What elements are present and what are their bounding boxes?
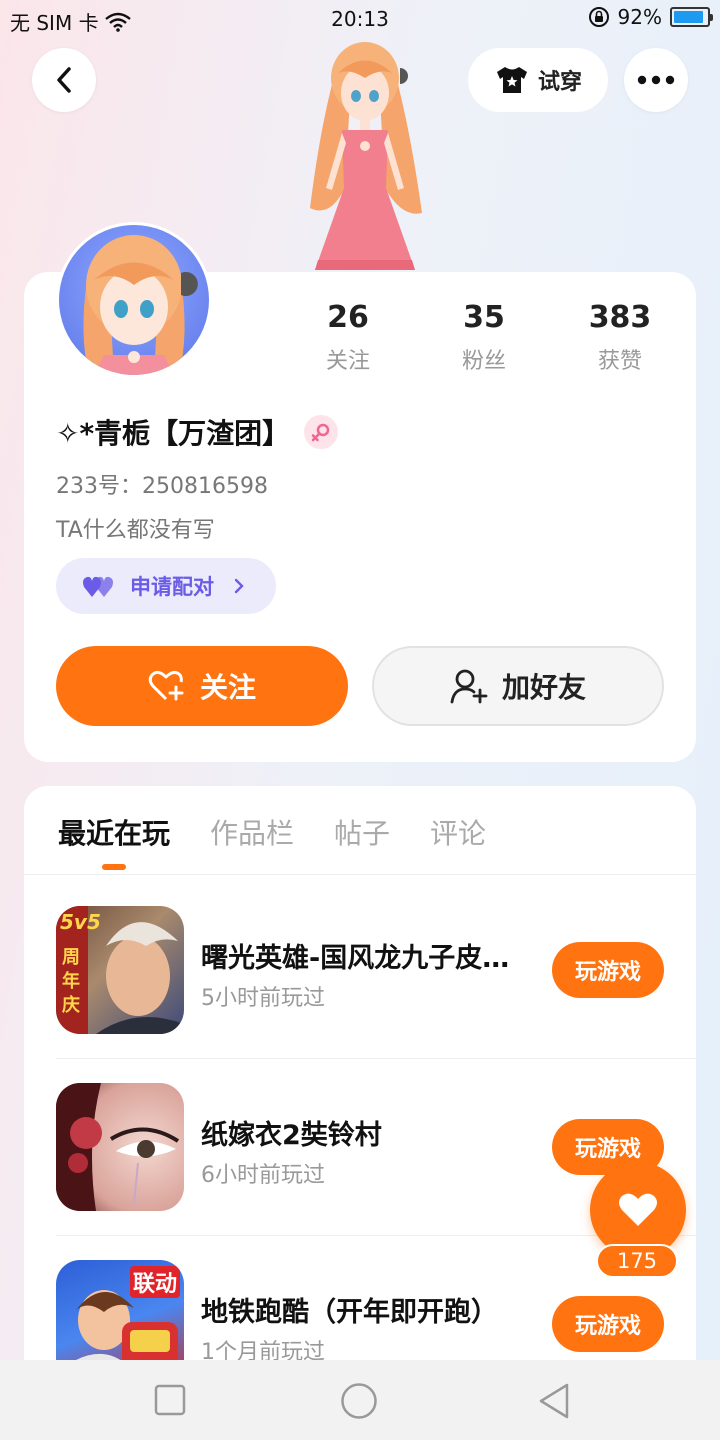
game-last-played: 6小时前玩过 — [201, 1163, 325, 1188]
content-tabs: 最近在玩 作品栏 帖子 评论 — [58, 812, 486, 870]
game-icon: 联动 — [56, 1260, 184, 1366]
home-icon[interactable] — [340, 1382, 378, 1420]
rotation-lock-icon — [588, 7, 609, 27]
recent-apps-icon[interactable] — [154, 1384, 186, 1416]
game-list-item[interactable]: 5v5 周 年 庆 曙光英雄-国风龙九子皮肤上线 5小时前玩过 玩游戏 — [56, 906, 696, 1082]
game-list-item[interactable]: 联动 地铁跑酷（开年即开跑） 1个月前玩过 玩游戏 — [56, 1260, 696, 1366]
tryon-button[interactable]: 试穿 — [468, 48, 608, 112]
game-icon — [56, 1083, 184, 1211]
tab-comments[interactable]: 评论 — [430, 812, 486, 852]
game-icon-char: 庆 — [62, 995, 80, 1016]
game-icon-char: 年 — [62, 971, 80, 992]
double-heart-icon — [83, 576, 113, 597]
play-game-button[interactable]: 玩游戏 — [552, 1296, 664, 1352]
followers-count: 35 — [463, 300, 505, 335]
followers-label: 粉丝 — [461, 349, 506, 374]
pair-label: 申请配对 — [130, 575, 214, 599]
stat-likes[interactable]: 383 获赞 — [550, 300, 690, 375]
more-button[interactable] — [624, 48, 688, 112]
heart-plus-icon — [148, 670, 184, 701]
pair-request-button[interactable]: 申请配对 — [56, 558, 276, 614]
game-icon-badge: 5v5 — [60, 910, 101, 934]
more-dots-icon — [637, 75, 675, 85]
user-id: 233号：250816598 — [56, 474, 268, 499]
status-right: 92% — [588, 5, 713, 29]
likes-count: 383 — [588, 300, 652, 335]
game-icon-label: 周 年 庆 — [62, 946, 82, 1018]
battery-fill — [674, 11, 704, 23]
game-icon-char: 周 — [62, 947, 80, 968]
back-button[interactable] — [32, 48, 96, 112]
system-nav-bar — [0, 1360, 720, 1440]
like-count: 175 — [596, 1244, 678, 1278]
game-title: 纸嫁衣2奘铃村 — [201, 1120, 382, 1151]
add-friend-button[interactable]: 加好友 — [372, 646, 664, 726]
chevron-left-icon — [57, 67, 71, 93]
heart-icon — [619, 1193, 657, 1226]
follow-label: 关注 — [199, 671, 256, 704]
username-row: ✧*青栀【万渣团】 — [56, 412, 339, 452]
game-icon: 5v5 周 年 庆 — [56, 906, 184, 1034]
avatar[interactable] — [56, 222, 212, 378]
tab-recently-played[interactable]: 最近在玩 — [58, 812, 170, 870]
follow-button[interactable]: 关注 — [56, 646, 348, 726]
status-bar: 无 SIM 卡 20:13 92% — [0, 0, 720, 40]
likes-label: 获赞 — [597, 349, 642, 374]
game-title: 曙光英雄-国风龙九子皮肤上线 — [201, 943, 531, 974]
content-card: 最近在玩 作品栏 帖子 评论 5v5 周 年 庆 曙光英雄-国风龙九子皮肤上线 … — [24, 786, 696, 1366]
tabs-divider — [24, 874, 696, 875]
back-nav-icon[interactable] — [536, 1382, 572, 1420]
avatar-image — [59, 225, 209, 375]
tab-posts[interactable]: 帖子 — [334, 812, 390, 852]
tab-works[interactable]: 作品栏 — [210, 812, 294, 852]
stat-followers[interactable]: 35 粉丝 — [414, 300, 554, 375]
tshirt-icon — [496, 67, 527, 93]
row-divider — [56, 1058, 696, 1059]
battery-icon — [670, 7, 713, 27]
following-label: 关注 — [325, 349, 370, 374]
add-user-icon — [450, 669, 488, 704]
avatar-figure[interactable] — [290, 38, 440, 278]
add-friend-label: 加好友 — [501, 671, 586, 704]
tryon-label: 试穿 — [537, 70, 582, 95]
chevron-right-icon — [234, 578, 244, 594]
game-title: 地铁跑酷（开年即开跑） — [201, 1297, 498, 1328]
username: ✧*青栀【万渣团】 — [56, 417, 291, 450]
game-last-played: 5小时前玩过 — [201, 986, 325, 1011]
following-count: 26 — [327, 300, 369, 335]
stat-following[interactable]: 26 关注 — [278, 300, 418, 375]
collab-badge: 联动 — [129, 1266, 180, 1298]
play-game-button[interactable]: 玩游戏 — [552, 942, 664, 998]
battery-percent: 92% — [617, 5, 662, 29]
female-gender-icon — [304, 415, 339, 449]
user-bio: TA什么都没有写 — [56, 518, 215, 543]
